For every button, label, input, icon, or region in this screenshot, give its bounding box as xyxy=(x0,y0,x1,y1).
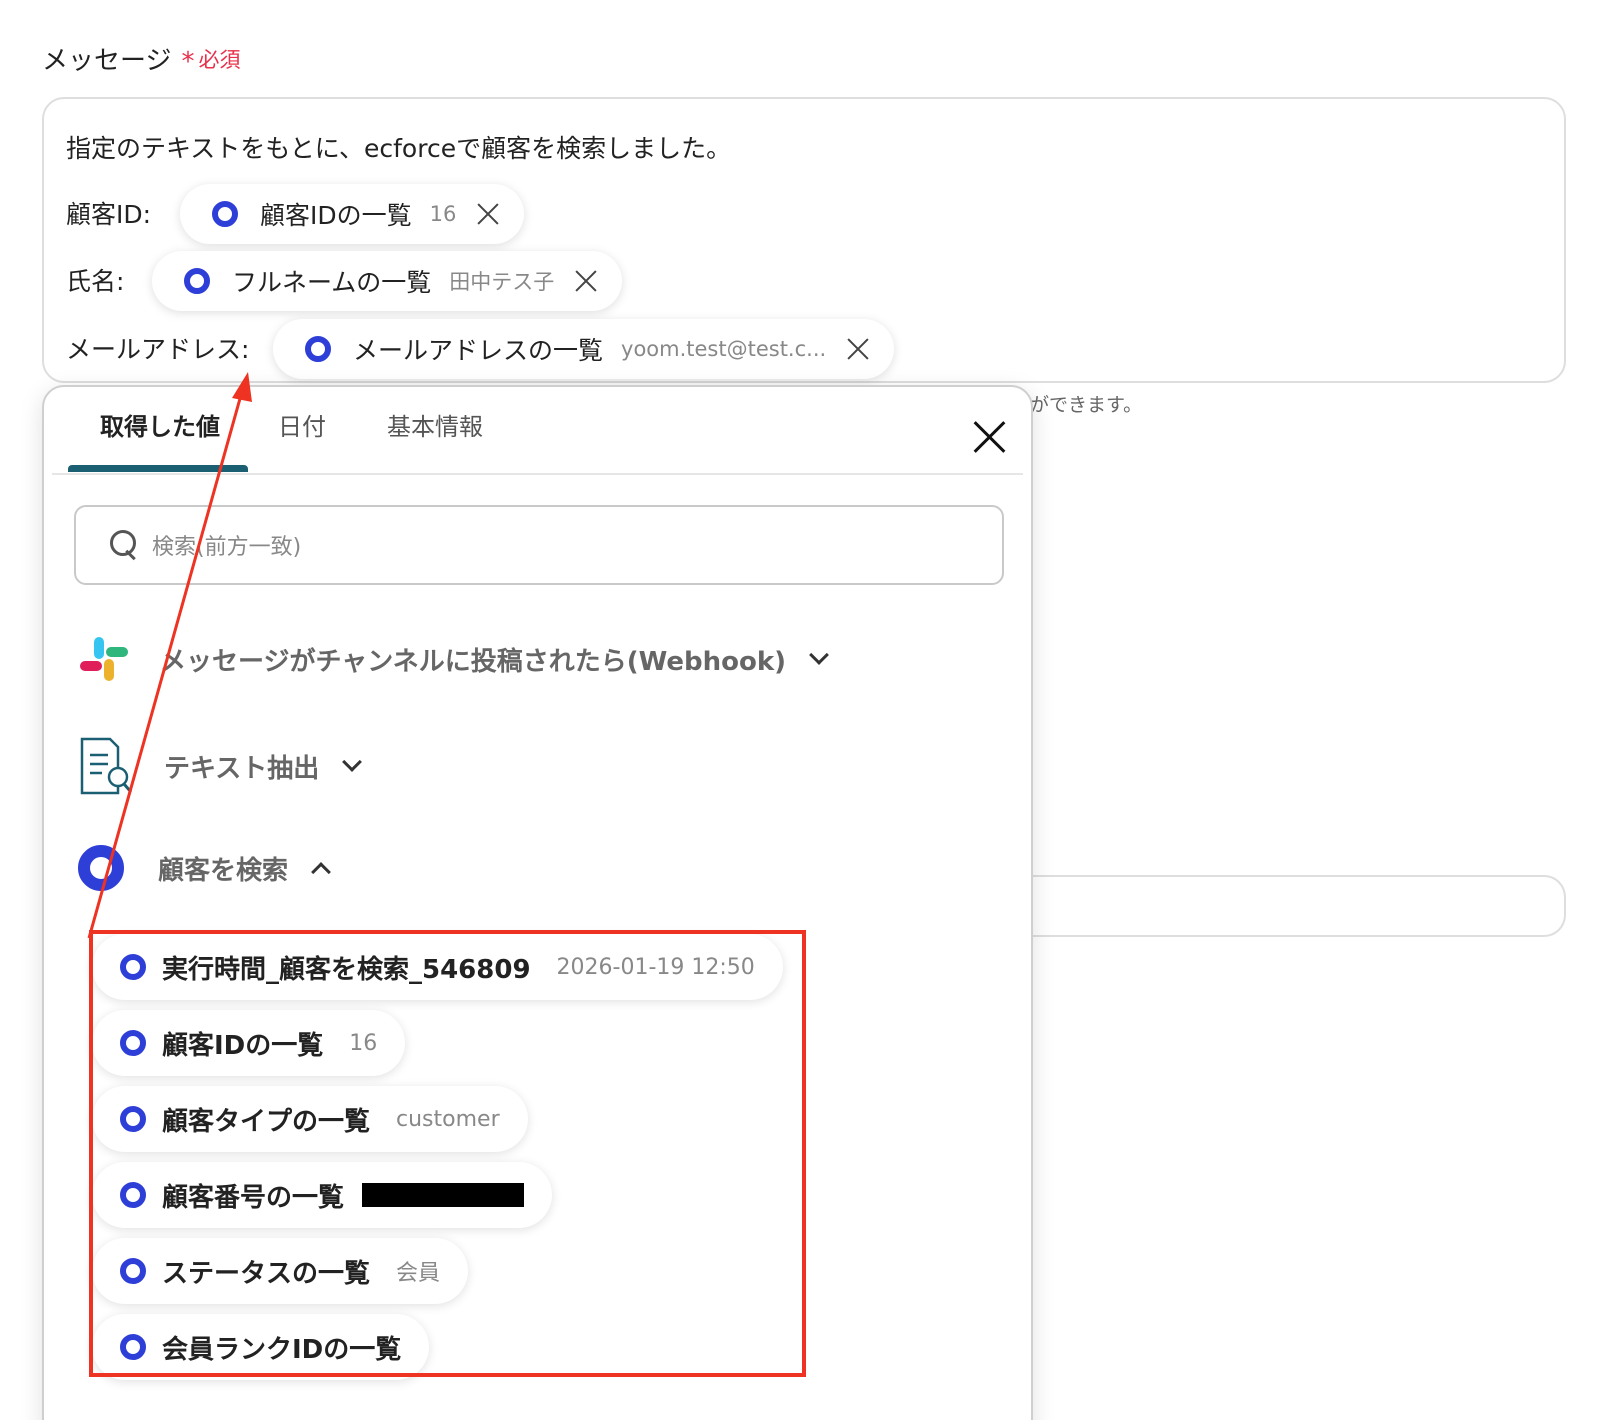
variable-pill-email[interactable]: メールアドレスの一覧 yoom.test@test.c... xyxy=(273,319,895,379)
option-name: 顧客番号の一覧 xyxy=(162,1182,345,1213)
ecforce-icon xyxy=(120,1030,146,1056)
option-status-list[interactable]: ステータスの一覧 会員 xyxy=(92,1238,469,1304)
option-value: 16 xyxy=(349,1030,378,1056)
search-icon xyxy=(110,530,140,560)
required-text: 必須 xyxy=(198,47,241,72)
variable-pill-customer-id[interactable]: 顧客IDの一覧 16 xyxy=(180,184,525,244)
ecforce-icon xyxy=(120,1258,146,1284)
option-name: 顧客タイプの一覧 xyxy=(162,1106,371,1137)
option-execution-time[interactable]: 実行時間_顧客を検索_546809 2026-01-19 12:50 xyxy=(92,934,783,1000)
section-title: メッセージがチャンネルに投稿されたら(Webhook) xyxy=(160,646,786,677)
ecforce-icon xyxy=(120,1334,146,1360)
tab-obtained-values[interactable]: 取得した値 xyxy=(100,407,220,442)
ecforce-icon xyxy=(120,954,146,980)
pill-name: 顧客IDの一覧 xyxy=(260,201,412,230)
option-value: 会員 xyxy=(396,1261,441,1286)
ecforce-icon xyxy=(212,201,238,227)
option-name: 実行時間_顧客を検索_546809 xyxy=(162,954,531,985)
background-input-field[interactable] xyxy=(1000,875,1566,937)
message-label-text: メッセージ xyxy=(42,46,172,76)
search-input[interactable]: 検索(前方一致) xyxy=(74,505,1004,585)
ecforce-icon xyxy=(120,1106,146,1132)
close-icon[interactable] xyxy=(972,419,1008,455)
tab-divider xyxy=(52,473,1023,475)
option-customer-number-list[interactable]: 顧客番号の一覧 xyxy=(92,1162,553,1228)
search-placeholder: 検索(前方一致) xyxy=(152,535,302,560)
message-input-box[interactable]: 指定のテキストをもとに、ecforceで顧客を検索しました。 顧客ID: 顧客I… xyxy=(42,97,1566,383)
section-text-extraction[interactable]: テキスト抽出 xyxy=(78,737,363,795)
message-field-label: メッセージ * 必須 xyxy=(42,40,240,77)
tab-date[interactable]: 日付 xyxy=(278,407,326,442)
redacted-value xyxy=(362,1183,525,1207)
email-label: メールアドレス: xyxy=(66,335,250,364)
option-name: ステータスの一覧 xyxy=(162,1258,371,1289)
ecforce-icon xyxy=(78,845,124,891)
remove-icon[interactable] xyxy=(476,202,500,226)
chevron-up-icon[interactable] xyxy=(311,862,331,882)
customer-id-label: 顧客ID: xyxy=(66,200,152,229)
variable-picker-popup: 取得した値 日付 基本情報 検索(前方一致) メッセージがチャンネルに投稿された… xyxy=(42,385,1033,1420)
message-line-1: 指定のテキストをもとに、ecforceで顧客を検索しました。 xyxy=(66,134,732,163)
variable-pill-full-name[interactable]: フルネームの一覧 田中テス子 xyxy=(152,251,623,311)
chevron-down-icon[interactable] xyxy=(809,645,829,665)
ecforce-icon xyxy=(120,1182,146,1208)
section-slack-trigger[interactable]: メッセージがチャンネルに投稿されたら(Webhook) xyxy=(78,633,829,685)
pill-value: 16 xyxy=(429,202,457,226)
pill-name: フルネームの一覧 xyxy=(232,268,432,297)
option-name: 会員ランクIDの一覧 xyxy=(162,1334,402,1365)
popup-tabs: 取得した値 日付 基本情報 xyxy=(44,387,1031,475)
full-name-label: 氏名: xyxy=(66,267,125,296)
option-name: 顧客IDの一覧 xyxy=(162,1030,324,1061)
document-search-icon xyxy=(78,737,134,795)
slack-icon xyxy=(78,633,130,685)
section-customer-search[interactable]: 顧客を検索 xyxy=(78,845,331,891)
option-customer-id-list[interactable]: 顧客IDの一覧 16 xyxy=(92,1010,406,1076)
option-value: 2026-01-19 12:50 xyxy=(556,954,755,980)
pill-value: 田中テス子 xyxy=(449,270,555,294)
option-member-rank-id-list[interactable]: 会員ランクIDの一覧 xyxy=(92,1314,430,1380)
tab-basic-info[interactable]: 基本情報 xyxy=(387,407,483,442)
required-star-icon: * xyxy=(181,46,195,77)
ecforce-icon xyxy=(305,336,331,362)
option-value: customer xyxy=(396,1106,500,1132)
option-customer-type-list[interactable]: 顧客タイプの一覧 customer xyxy=(92,1086,528,1152)
remove-icon[interactable] xyxy=(574,269,598,293)
section-title: テキスト抽出 xyxy=(164,753,320,784)
remove-icon[interactable] xyxy=(846,337,870,361)
hint-text: ができます。 xyxy=(1030,394,1143,416)
section-title: 顧客を検索 xyxy=(158,855,289,886)
active-tab-indicator xyxy=(68,465,248,472)
chevron-down-icon[interactable] xyxy=(342,752,363,772)
pill-value: yoom.test@test.c... xyxy=(621,337,827,361)
pill-name: メールアドレスの一覧 xyxy=(353,336,604,365)
ecforce-icon xyxy=(184,268,210,294)
